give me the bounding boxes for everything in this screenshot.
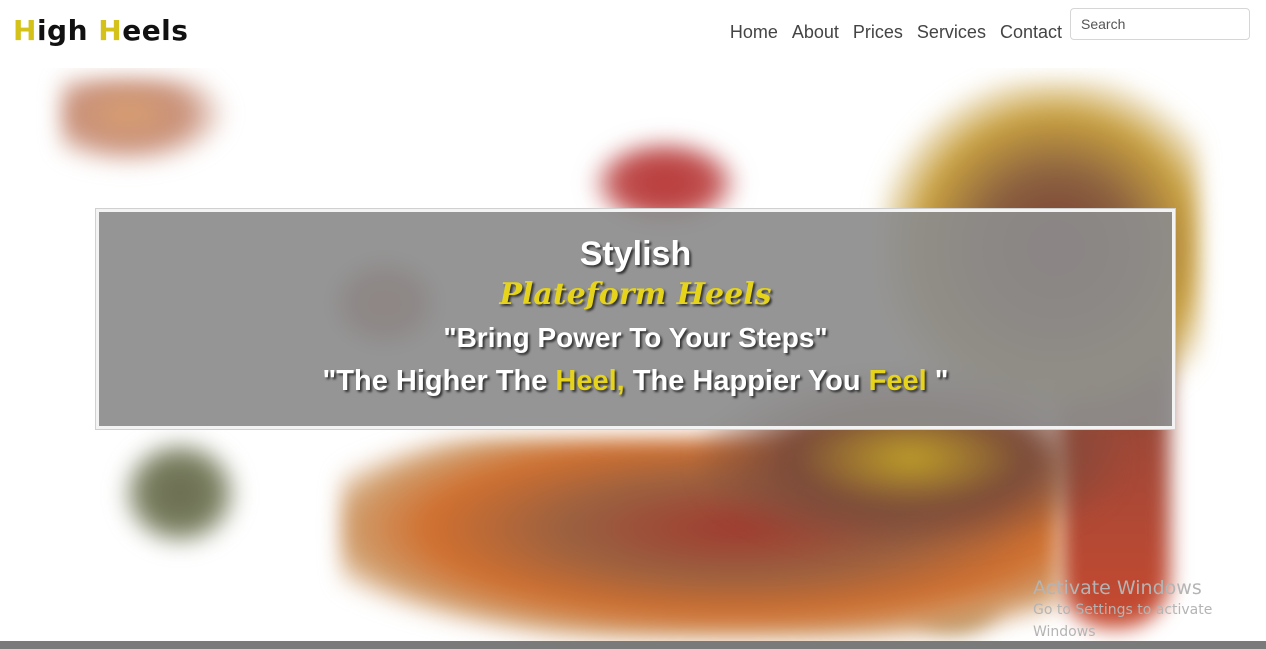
banner-title: Stylish [579,235,692,273]
brand-logo[interactable]: High Heels [13,14,188,47]
banner-subtitle: Plateform Heels [499,277,772,312]
brand-word-2-rest: eels [122,14,189,47]
main-nav: Home About Prices Services Contact [730,22,1062,43]
nav-link-about[interactable]: About [792,22,839,43]
brand-initial-2: H [98,14,123,47]
banner-quote-highlight-feel: Feel [868,365,927,397]
nav-link-home[interactable]: Home [730,22,778,43]
brand-initial-1: H [13,14,37,47]
nav-link-contact[interactable]: Contact [1000,22,1062,43]
top-navbar: High Heels Home About Prices Services Co… [0,0,1266,68]
brand-word-1-rest: igh [36,14,89,47]
nav-link-services[interactable]: Services [917,22,986,43]
watermark-subtitle: Go to Settings to activate Windows [1033,602,1213,640]
banner-quote-highlight-heel: Heel, [555,365,625,397]
banner-quote-part2: The Happier You [624,365,869,397]
butterfly-image-top-left [60,78,230,168]
banner-quote: "The Higher The Heel, The Happier You Fe… [99,360,1172,402]
butterfly-image-bottom-left [120,438,240,548]
watermark-title: Activate Windows [1033,577,1202,599]
windows-activation-watermark: Activate Windows Go to Settings to activ… [1033,577,1266,643]
nav-link-prices[interactable]: Prices [853,22,903,43]
banner-tagline: "Bring Power To Your Steps" [443,322,828,353]
banner-quote-part3: " [926,365,949,397]
hero-banner: Stylish Plateform Heels "Bring Power To … [95,208,1176,430]
search-input[interactable] [1070,8,1250,40]
banner-quote-part1: "The Higher The [322,365,556,397]
